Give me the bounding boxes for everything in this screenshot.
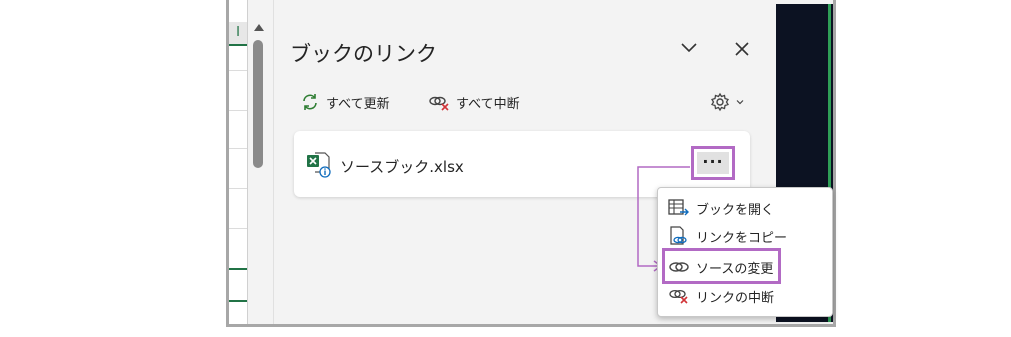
grid-line	[229, 148, 247, 149]
column-header[interactable]: I	[229, 22, 247, 46]
menu-item-label: リンクをコピー	[696, 230, 788, 246]
grid-line	[229, 110, 247, 111]
selected-cell-border	[229, 268, 247, 270]
menu-item-copy-link[interactable]: リンクをコピー	[668, 224, 787, 248]
scroll-up-icon[interactable]	[254, 24, 264, 31]
scroll-thumb[interactable]	[253, 40, 263, 168]
pane-title: ブックのリンク	[290, 42, 437, 66]
excel-file-info-icon	[307, 152, 331, 178]
chevron-down-icon	[681, 43, 697, 53]
more-options-button[interactable]: ···	[691, 146, 735, 180]
open-workbook-icon	[668, 199, 689, 216]
grid-line	[229, 70, 247, 71]
collapse-pane-button[interactable]	[680, 38, 698, 62]
menu-item-label: ブックを開く	[696, 202, 775, 218]
change-source-highlight	[662, 248, 781, 284]
vertical-scrollbar[interactable]	[248, 0, 270, 324]
break-all-label: すべて中断	[456, 96, 520, 112]
refresh-icon	[303, 94, 317, 110]
menu-item-label: リンクの中断	[696, 290, 775, 306]
worksheet-strip: I	[229, 0, 248, 324]
selected-cell-border	[229, 300, 247, 302]
refresh-all-label: すべて更新	[326, 96, 390, 112]
grid-line	[229, 228, 247, 229]
gear-icon	[711, 92, 729, 112]
break-all-button[interactable]: すべて中断	[428, 92, 520, 112]
copy-link-icon	[670, 226, 687, 245]
menu-item-open-workbook[interactable]: ブックを開く	[668, 196, 774, 220]
close-icon	[735, 42, 749, 56]
more-options-label: ···	[697, 152, 729, 174]
menu-item-break-link[interactable]: リンクの中断	[668, 284, 774, 308]
linked-file-name: ソースブック.xlsx	[340, 158, 464, 176]
refresh-all-button[interactable]: すべて更新	[300, 92, 390, 112]
settings-button[interactable]	[710, 92, 744, 112]
break-link-icon	[669, 289, 688, 304]
grid-line	[229, 188, 247, 189]
break-link-icon	[429, 96, 449, 111]
close-pane-button[interactable]	[734, 38, 750, 62]
chevron-down-icon	[736, 100, 744, 105]
